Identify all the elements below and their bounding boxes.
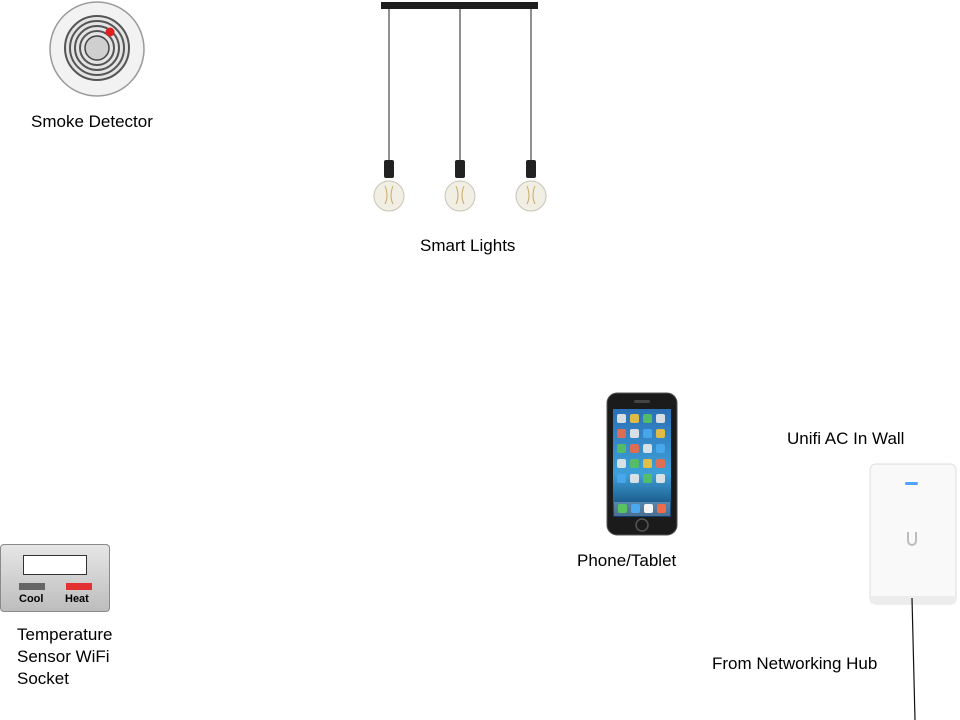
thermostat-display <box>23 555 87 575</box>
heat-indicator <box>66 583 92 590</box>
bulb-3 <box>515 160 547 212</box>
temperature-label-line-1: Temperature <box>17 625 113 644</box>
smart-lights-label: Smart Lights <box>420 236 516 255</box>
temperature-label-line-3: Socket <box>17 669 69 688</box>
temperature-label-line-2: Sensor WiFi <box>17 647 110 666</box>
smoke-detector-label: Smoke Detector <box>31 112 153 131</box>
cool-indicator <box>19 583 45 590</box>
thermostat-icon: Cool Heat <box>0 544 110 612</box>
wall-access-point-icon <box>869 463 957 605</box>
network-cable <box>911 597 916 720</box>
smartphone-icon <box>606 392 678 536</box>
cool-text: Cool <box>19 593 44 605</box>
phone-tablet-label: Phone/Tablet <box>577 551 677 570</box>
networking-hub-label: From Networking Hub <box>712 654 878 673</box>
status-led <box>905 482 918 485</box>
unifi-label: Unifi AC In Wall <box>787 429 905 448</box>
heat-text: Heat <box>65 593 89 605</box>
smoke-detector-icon <box>49 1 145 97</box>
bulb-1 <box>373 160 405 212</box>
pendant-lights-icon <box>373 2 547 212</box>
bulb-2 <box>444 160 476 212</box>
alarm-indicator <box>105 27 115 37</box>
